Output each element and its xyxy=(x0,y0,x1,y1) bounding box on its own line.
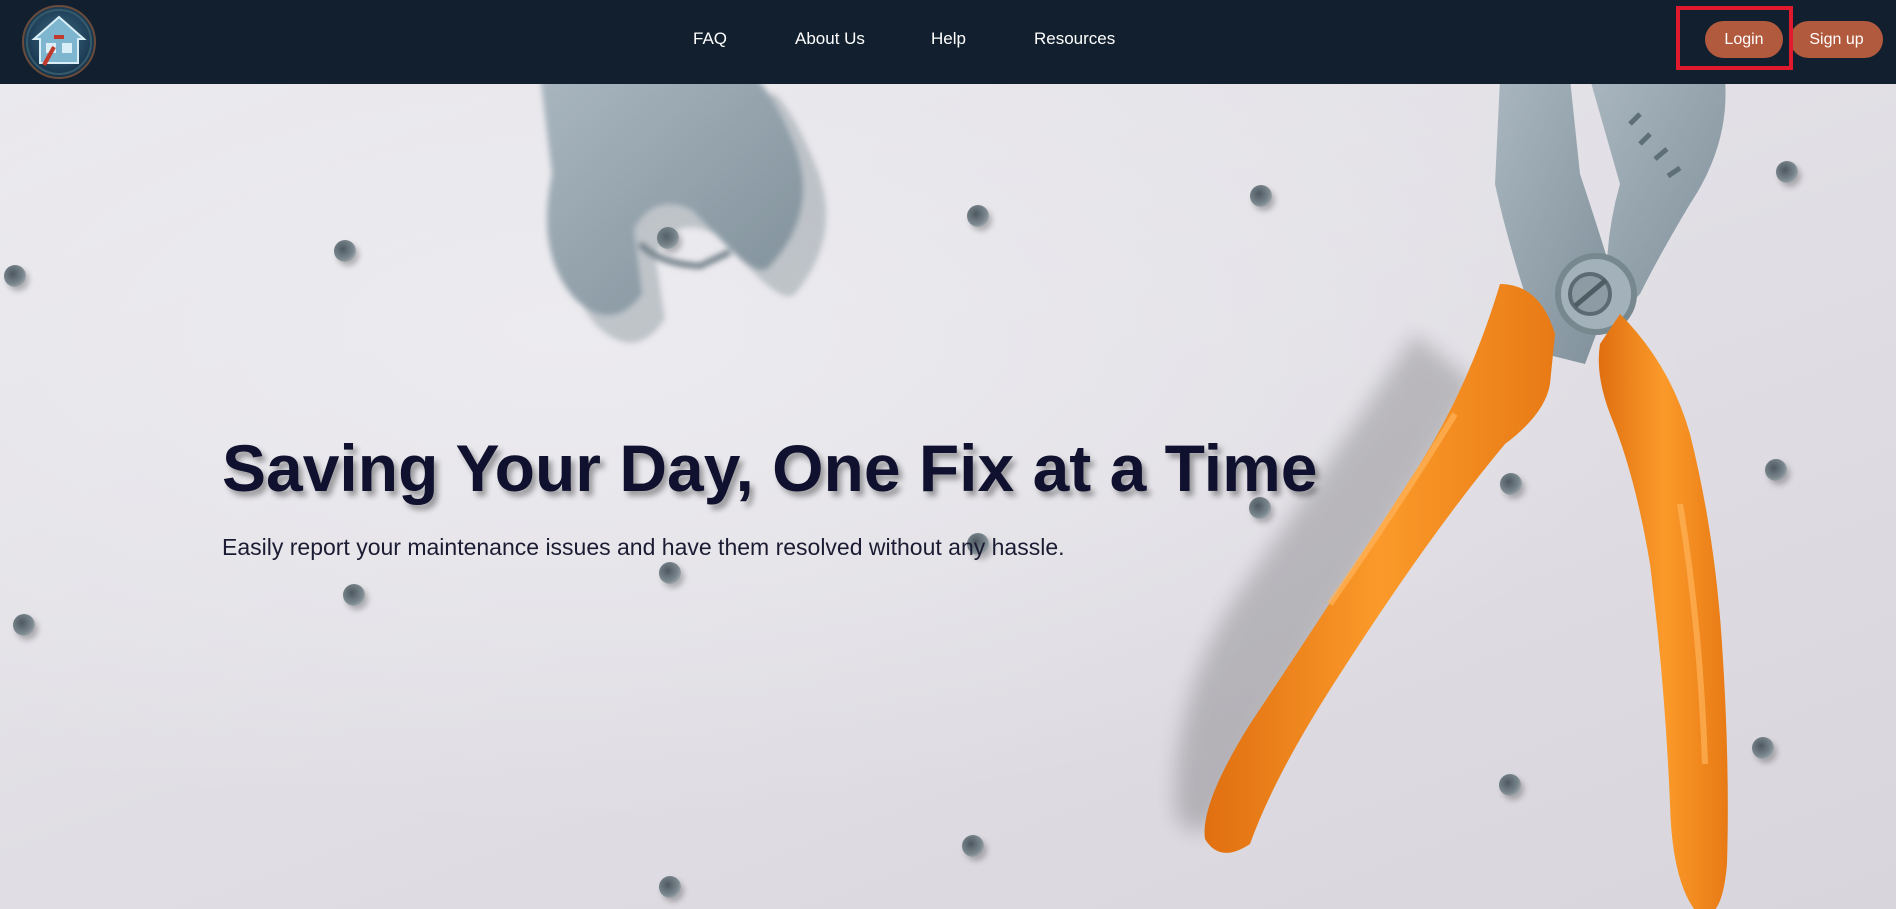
hero-title: Saving Your Day, One Fix at a Time xyxy=(222,431,1318,505)
nav-link-help[interactable]: Help xyxy=(931,29,966,49)
house-tools-logo-icon[interactable] xyxy=(22,5,96,79)
logo-graphic xyxy=(26,9,92,75)
login-button[interactable]: Login xyxy=(1705,21,1783,58)
top-navbar: FAQ About Us Help Resources Login Sign u… xyxy=(0,0,1896,84)
signup-button[interactable]: Sign up xyxy=(1790,21,1883,58)
nav-link-about-us[interactable]: About Us xyxy=(795,29,865,49)
nav-link-resources[interactable]: Resources xyxy=(1034,29,1115,49)
hero-subtitle: Easily report your maintenance issues an… xyxy=(222,534,1065,560)
hero-section: Saving Your Day, One Fix at a Time Easil… xyxy=(0,84,1896,909)
wrench-graphic xyxy=(541,84,827,343)
landing-page: FAQ About Us Help Resources Login Sign u… xyxy=(0,0,1896,909)
nav-link-faq[interactable]: FAQ xyxy=(693,29,727,49)
